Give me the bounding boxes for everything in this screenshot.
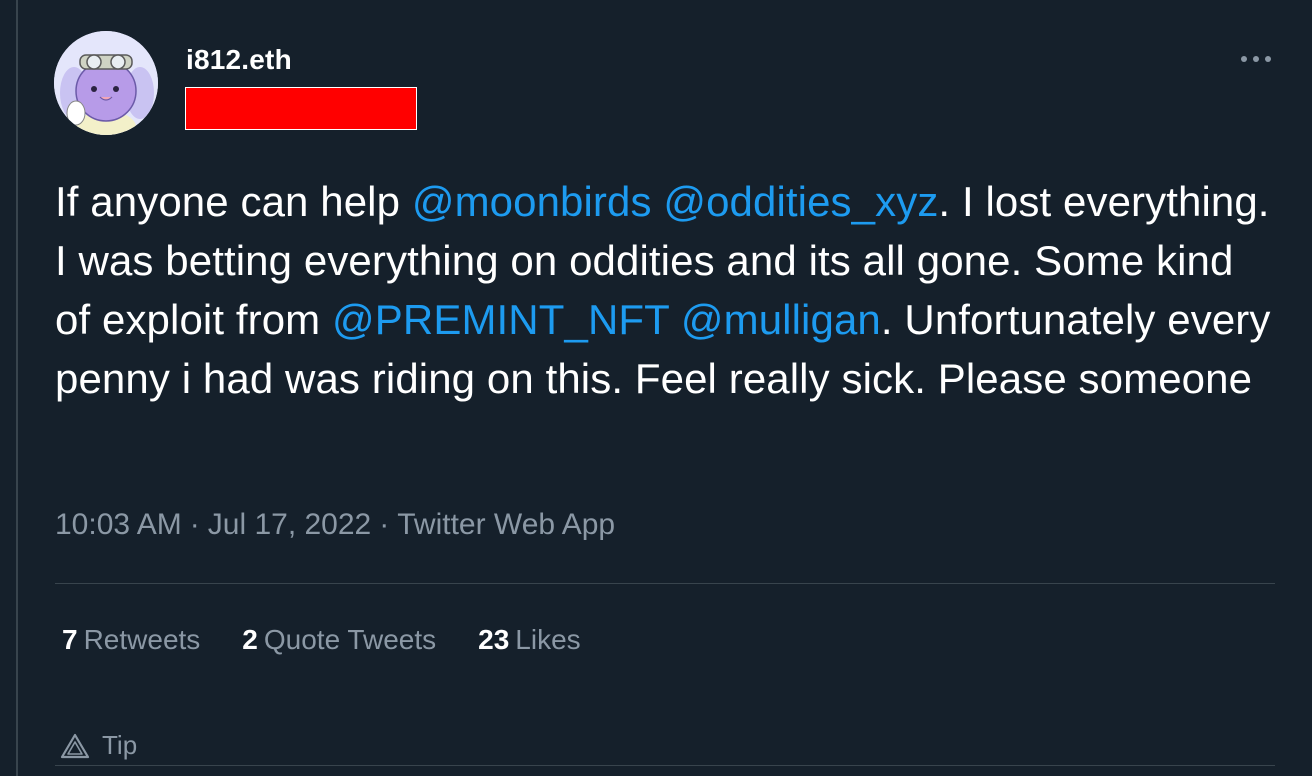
likes-count: 23 xyxy=(478,624,510,655)
tweet-text-segment: If anyone can help xyxy=(55,178,412,225)
meta-separator: · xyxy=(379,508,390,541)
retweets-stat[interactable]: 7 Retweets xyxy=(62,624,200,656)
likes-label: Likes xyxy=(515,624,581,655)
mention-premint-nft[interactable]: @PREMINT_NFT xyxy=(332,296,669,343)
tweet-metadata: 10:03 AM · Jul 17, 2022 · Twitter Web App xyxy=(55,508,615,542)
author-display-name[interactable]: i812.eth xyxy=(186,44,292,76)
tweet-detail-page: i812.eth If anyone can help @moonbirds @… xyxy=(0,0,1312,776)
tip-triangle-icon xyxy=(60,733,90,758)
redacted-handle xyxy=(185,87,417,130)
mention-moonbirds[interactable]: @moonbirds xyxy=(412,178,652,225)
divider xyxy=(55,765,1275,766)
quote-tweets-label: Quote Tweets xyxy=(263,624,437,655)
tweet-date[interactable]: Jul 17, 2022 xyxy=(208,508,371,541)
quote-tweets-stat[interactable]: 2 Quote Tweets xyxy=(242,624,436,656)
mention-oddities-xyz[interactable]: @oddities_xyz xyxy=(663,178,938,225)
tip-button[interactable]: Tip xyxy=(60,730,137,761)
more-options-button[interactable] xyxy=(1238,46,1274,72)
likes-stat[interactable]: 23 Likes xyxy=(478,624,581,656)
ellipsis-icon xyxy=(1241,56,1271,62)
tweet-text-segment xyxy=(669,296,681,343)
author-avatar[interactable] xyxy=(54,31,158,135)
tweet-source[interactable]: Twitter Web App xyxy=(397,508,615,541)
retweets-count: 7 xyxy=(62,624,78,655)
column-border xyxy=(16,0,18,776)
tip-label: Tip xyxy=(102,730,138,760)
tweet-text: If anyone can help @moonbirds @oddities_… xyxy=(55,172,1280,408)
tweet-time[interactable]: 10:03 AM xyxy=(55,508,182,541)
meta-separator: · xyxy=(189,508,200,541)
divider xyxy=(55,583,1275,584)
engagement-stats: 7 Retweets 2 Quote Tweets 23 Likes xyxy=(62,624,581,656)
tweet-text-segment xyxy=(652,178,664,225)
retweets-label: Retweets xyxy=(83,624,201,655)
mention-mulligan[interactable]: @mulligan xyxy=(681,296,881,343)
quote-tweets-count: 2 xyxy=(242,624,258,655)
cartoon-bird-avatar-icon xyxy=(54,31,158,135)
